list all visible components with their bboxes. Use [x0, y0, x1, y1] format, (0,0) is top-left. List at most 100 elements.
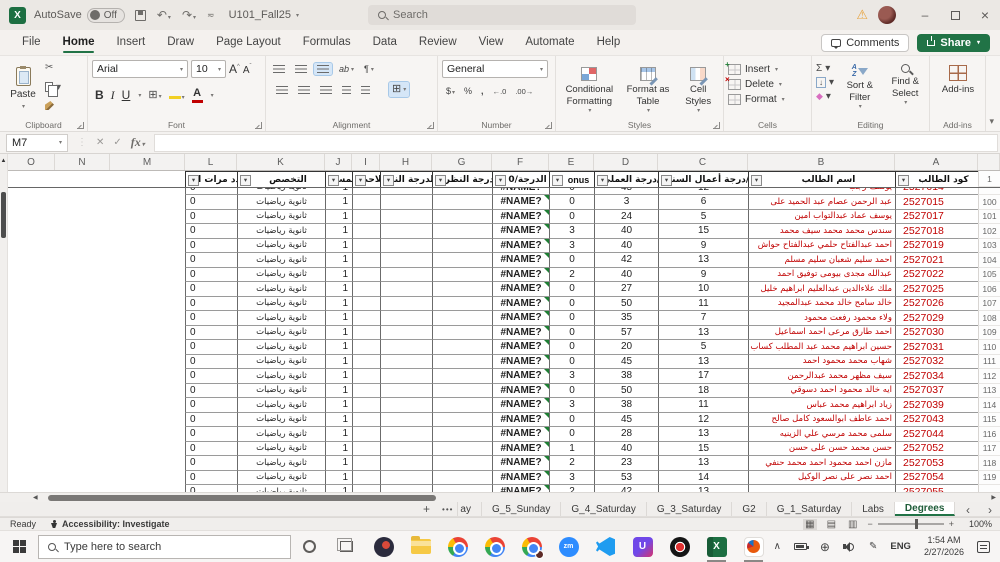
- grid-cell-D[interactable]: 40: [594, 238, 658, 253]
- grid-cell-A[interactable]: 2527017: [895, 209, 978, 224]
- column-header-L[interactable]: L: [185, 154, 237, 170]
- grid-cell-F[interactable]: #NAME?: [492, 398, 549, 413]
- grid-cell-E[interactable]: 0: [549, 296, 594, 311]
- language-indicator[interactable]: ENG: [890, 541, 911, 552]
- row-header[interactable]: 118: [978, 456, 1000, 471]
- header-cell-L[interactable]: ▾عدد مرات الر: [185, 171, 237, 187]
- grid-cell-L[interactable]: 0: [185, 412, 237, 427]
- menu-tab-view[interactable]: View: [469, 31, 514, 54]
- media-app-button[interactable]: [365, 531, 402, 562]
- filter-icon[interactable]: ▾: [328, 174, 339, 186]
- grid-cell-L[interactable]: 0: [185, 238, 237, 253]
- grid-cell-C[interactable]: 10: [658, 282, 748, 297]
- grid-cell-B[interactable]: عبدالله مجدى بيومى توفيق احمد: [748, 267, 895, 282]
- filter-icon[interactable]: ▾: [898, 174, 909, 186]
- grid-cell-F[interactable]: #NAME?: [492, 209, 549, 224]
- grid-cell-G[interactable]: [432, 412, 492, 427]
- grid-cell-B[interactable]: سيف مظهر محمد عبدالرحمن: [748, 369, 895, 384]
- grid-cell-O[interactable]: [8, 195, 55, 210]
- grid-cell-D[interactable]: 50: [594, 296, 658, 311]
- filter-icon[interactable]: ▾: [661, 174, 672, 186]
- grid-cell-J[interactable]: 1: [325, 195, 352, 210]
- battery-icon[interactable]: [793, 543, 809, 550]
- grid-cell-G[interactable]: [432, 195, 492, 210]
- header-cell-H[interactable]: ▾الدرجة النه: [380, 171, 432, 187]
- grid-cell-L[interactable]: 0: [185, 470, 237, 485]
- find-select-button[interactable]: Find & Select ▾: [886, 60, 925, 117]
- grid-cell-I[interactable]: [352, 267, 380, 282]
- grid-cell-I[interactable]: [352, 209, 380, 224]
- cortana-button[interactable]: [291, 531, 328, 562]
- grid-cell-D[interactable]: 38: [594, 369, 658, 384]
- grid-cell-J[interactable]: 1: [325, 340, 352, 355]
- grid-cell-G[interactable]: [432, 325, 492, 340]
- grid-cell-B[interactable]: خالد سامح خالد محمد عبدالمجيد: [748, 296, 895, 311]
- grid-cell-G[interactable]: [432, 209, 492, 224]
- align-center-icon[interactable]: [295, 84, 313, 96]
- grid-cell-E[interactable]: 3: [549, 238, 594, 253]
- grid-cell-A[interactable]: 2527054: [895, 470, 978, 485]
- grid-cell-B[interactable]: احمد طارق مرعى احمد اسماعيل: [748, 325, 895, 340]
- excel-app-icon[interactable]: X: [9, 6, 26, 24]
- grid-cell-M[interactable]: [110, 253, 185, 268]
- sort-filter-button[interactable]: AZ Sort & Filter ▾: [840, 60, 879, 117]
- vertical-scroll-thumb[interactable]: [1, 192, 6, 238]
- taskbar-search-input[interactable]: Type here to search: [38, 534, 291, 559]
- comments-button[interactable]: Comments: [821, 33, 910, 52]
- grid-cell-N[interactable]: [55, 239, 110, 254]
- grid-cell-E[interactable]: 0: [549, 209, 594, 224]
- grid-cell-D[interactable]: 42: [594, 253, 658, 268]
- grid-cell-O[interactable]: [8, 297, 55, 312]
- decrease-indent-icon[interactable]: [339, 84, 354, 96]
- header-cell-A[interactable]: ▾ كود الطالب: [895, 171, 978, 187]
- grid-cell-I[interactable]: [352, 470, 380, 485]
- grid-cell-G[interactable]: [432, 485, 492, 492]
- grid-cell-E[interactable]: 3: [549, 369, 594, 384]
- grid-cell-B[interactable]: ايه خالد محمود احمد دسوقي: [748, 383, 895, 398]
- scroll-up-icon[interactable]: ▲: [0, 154, 7, 168]
- autosave-toggle[interactable]: Off: [86, 7, 125, 23]
- grid-cell-C[interactable]: 7: [658, 311, 748, 326]
- grid-cell-O[interactable]: [8, 282, 55, 297]
- grid-cell-E[interactable]: 0: [549, 188, 594, 195]
- prev-sheet-icon[interactable]: ‹: [966, 503, 970, 517]
- grid-cell-C[interactable]: 12: [658, 412, 748, 427]
- orange-app-button[interactable]: [735, 531, 772, 562]
- grid-cell-F[interactable]: #NAME?: [492, 195, 549, 210]
- filter-icon[interactable]: ▾: [552, 174, 563, 186]
- fill-color-icon[interactable]: ▾: [168, 86, 185, 104]
- cell-styles-button[interactable]: Cell Styles ▾: [677, 62, 719, 117]
- scroll-left-icon[interactable]: ◀: [33, 494, 38, 501]
- grid-cell-J[interactable]: 1: [325, 456, 352, 471]
- grid-cell-C[interactable]: 15: [658, 224, 748, 239]
- grid-cell-N[interactable]: [55, 188, 110, 195]
- align-top-icon[interactable]: [270, 63, 288, 75]
- grid-cell-I[interactable]: [352, 485, 380, 492]
- recorder-app-button[interactable]: [661, 531, 698, 562]
- grow-font-icon[interactable]: A^: [229, 62, 240, 76]
- search-box[interactable]: Search: [368, 5, 636, 25]
- grid-cell-N[interactable]: [55, 282, 110, 297]
- grid-cell-E[interactable]: 0: [549, 253, 594, 268]
- ink-workspace-icon[interactable]: ✎: [869, 541, 877, 552]
- purple-app-button[interactable]: U: [624, 531, 661, 562]
- grid-cell-L[interactable]: 0: [185, 398, 237, 413]
- column-header-F[interactable]: F: [492, 154, 549, 170]
- grid-cell-D[interactable]: 42: [594, 485, 658, 492]
- grid-cell-K[interactable]: ثانوية رياضيات: [237, 311, 325, 326]
- grid-cell-C[interactable]: 11: [658, 296, 748, 311]
- row-header[interactable]: 116: [978, 427, 1000, 442]
- scroll-right-icon[interactable]: ▶: [991, 494, 996, 501]
- grid-cell-B[interactable]: احمد سليم شعبان سليم مسلم: [748, 253, 895, 268]
- zoom-level[interactable]: 100%: [962, 519, 992, 529]
- insert-function-icon[interactable]: fx▾: [131, 135, 145, 150]
- header-cell-N[interactable]: [55, 171, 110, 187]
- grid-cell-D[interactable]: 45: [594, 354, 658, 369]
- grid-cell-E[interactable]: 0: [549, 354, 594, 369]
- grid-cell-I[interactable]: [352, 282, 380, 297]
- grid-cell-D[interactable]: 28: [594, 427, 658, 442]
- grid-cell-M[interactable]: [110, 485, 185, 492]
- close-button[interactable]: ×: [970, 0, 1000, 30]
- zoom-in-icon[interactable]: +: [949, 519, 954, 529]
- grid-cell-H[interactable]: [380, 209, 432, 224]
